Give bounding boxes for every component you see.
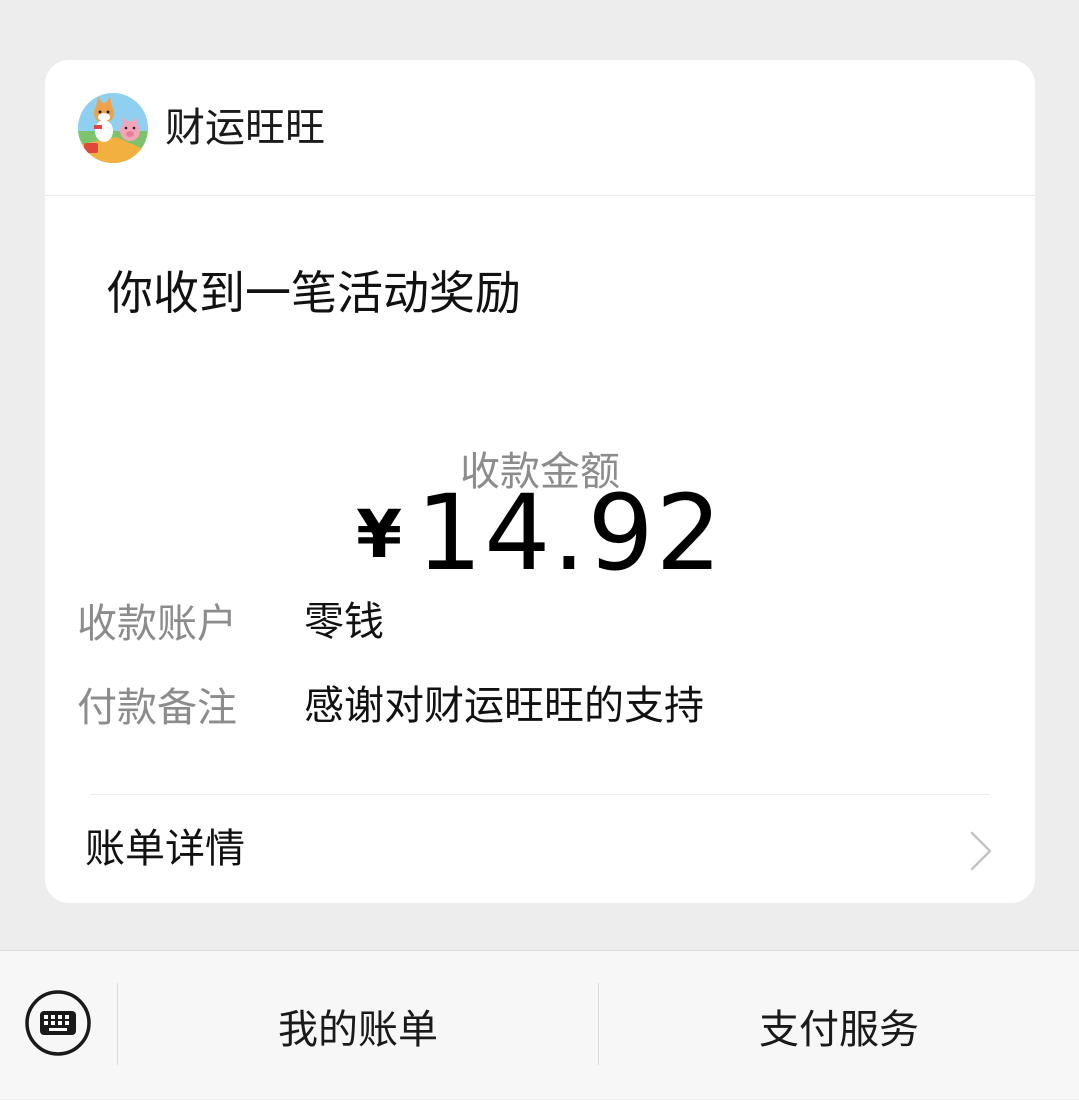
payment-note-label: 付款备注 [77, 685, 237, 731]
payment-notice-card: 财运旺旺 你收到一笔活动奖励 收款金额 ¥14.92 收款账户 零钱 付款备注 … [45, 60, 1035, 903]
shiba-dog-pig-mascot-icon[interactable] [78, 93, 148, 163]
chevron-right-icon [969, 831, 993, 871]
amount-value: 14.92 [416, 472, 724, 594]
card-header: 财运旺旺 [45, 60, 1035, 196]
bill-detail-row[interactable]: 账单详情 [45, 795, 1035, 903]
currency-symbol: ¥ [356, 496, 403, 573]
bill-detail-label: 账单详情 [85, 826, 245, 872]
payment-note-value: 感谢对财运旺旺的支持 [304, 683, 704, 729]
tab-my-bills[interactable]: 我的账单 [118, 951, 598, 1100]
bottom-menu-bar: 我的账单 支付服务 [0, 950, 1079, 1099]
receiving-account-label: 收款账户 [77, 601, 237, 647]
receiving-account-value: 零钱 [304, 599, 384, 645]
keyboard-icon[interactable] [24, 989, 92, 1057]
tab-payment-services[interactable]: 支付服务 [599, 951, 1079, 1100]
notice-headline: 你收到一笔活动奖励 [107, 266, 521, 320]
app-name[interactable]: 财运旺旺 [165, 102, 325, 154]
